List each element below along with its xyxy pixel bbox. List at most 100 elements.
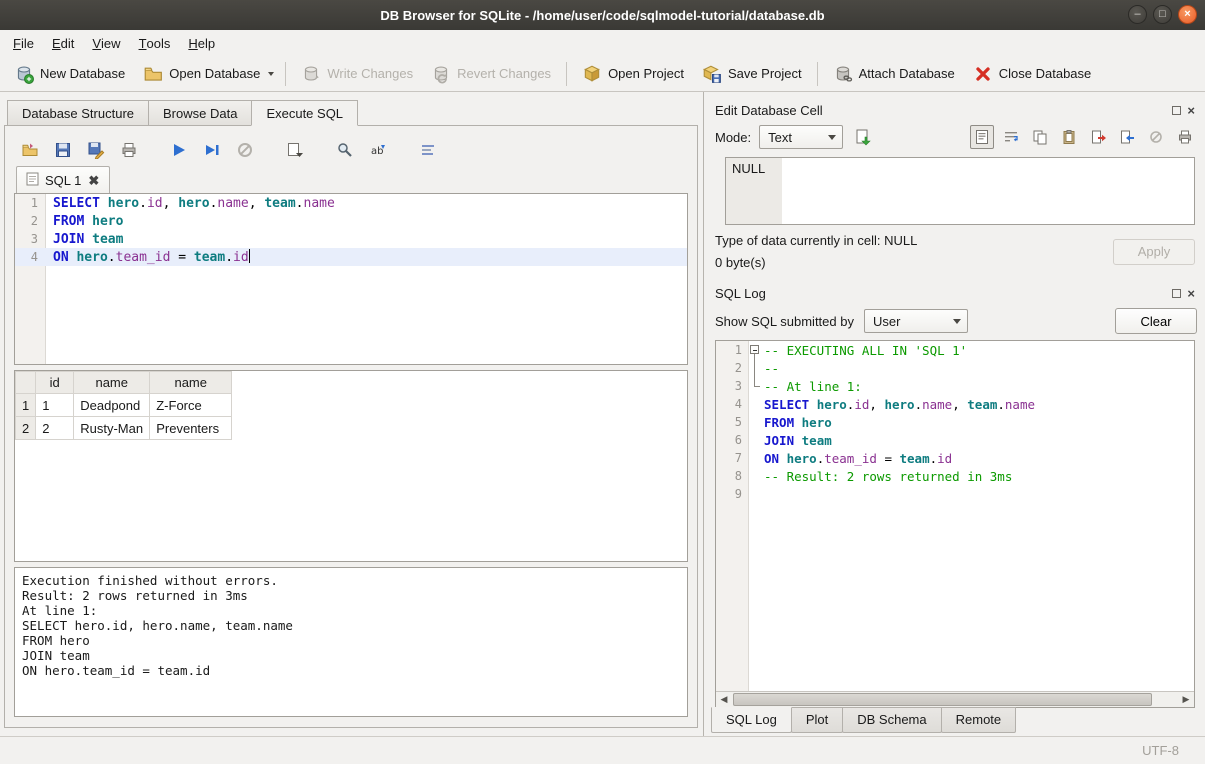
cell-value-editor[interactable]: NULL (725, 157, 1195, 225)
tab-db-schema[interactable]: DB Schema (842, 707, 941, 733)
execute-all-button[interactable] (167, 138, 191, 162)
results-grid[interactable]: idnamename11DeadpondZ-Force22Rusty-ManPr… (14, 370, 688, 562)
encoding-indicator[interactable]: UTF-8 (1142, 743, 1179, 758)
execute-current-line-button[interactable] (200, 138, 224, 162)
export-cell-button[interactable] (1086, 125, 1110, 149)
sql-tab-close-icon[interactable]: ✖ (87, 174, 100, 187)
stop-execution-button (233, 138, 257, 162)
tab-remote[interactable]: Remote (941, 707, 1017, 733)
result-cell[interactable]: Rusty-Man (74, 417, 150, 440)
row-header[interactable]: 1 (16, 394, 36, 417)
tab-database-structure[interactable]: Database Structure (7, 100, 149, 126)
menu-edit[interactable]: Edit (43, 30, 83, 56)
revert-changes-label: Revert Changes (457, 66, 551, 81)
word-wrap-button[interactable] (999, 125, 1023, 149)
tab-execute-sql[interactable]: Execute SQL (251, 100, 358, 126)
save-sql-file-as-button[interactable] (84, 138, 108, 162)
row-header[interactable]: 2 (16, 417, 36, 440)
open-database-button[interactable]: Open Database (135, 60, 268, 88)
edit-cell-title: Edit Database Cell (715, 103, 1172, 118)
horizontal-scrollbar[interactable]: ◀ ▶ (716, 691, 1194, 707)
copy-cell-button[interactable] (1028, 125, 1052, 149)
minimize-button[interactable]: – (1128, 5, 1147, 24)
format-sql-button[interactable] (416, 138, 440, 162)
sql-log-dock-header: SQL Log × (711, 280, 1197, 304)
cell-size-info: 0 byte(s) (715, 255, 1113, 270)
fold-column (748, 413, 762, 431)
scroll-left-icon[interactable]: ◀ (716, 692, 732, 707)
result-cell[interactable]: 2 (36, 417, 74, 440)
sql-editor-line[interactable]: 1SELECT hero.id, hero.name, team.name (15, 194, 687, 212)
close-button[interactable]: × (1178, 5, 1197, 24)
scrollbar-handle[interactable] (733, 693, 1152, 706)
menu-file[interactable]: File (4, 30, 43, 56)
sql-log-line: 6JOIN team (716, 431, 1194, 449)
replace-button[interactable]: ab (366, 138, 390, 162)
menu-view[interactable]: View (83, 30, 129, 56)
import-cell-button[interactable] (1115, 125, 1139, 149)
result-cell[interactable]: Preventers (150, 417, 232, 440)
sql-log-line: 5FROM hero (716, 413, 1194, 431)
maximize-button[interactable]: □ (1153, 5, 1172, 24)
result-cell[interactable]: Z-Force (150, 394, 232, 417)
sql-editor-line[interactable]: 4ON hero.team_id = team.id (15, 248, 687, 266)
menu-help[interactable]: Help (179, 30, 224, 56)
sql-editor[interactable]: 1SELECT hero.id, hero.name, team.name2FR… (14, 193, 688, 365)
tab-sql-log[interactable]: SQL Log (711, 707, 792, 733)
output-line: Result: 2 rows returned in 3ms (22, 588, 680, 603)
app-window: DB Browser for SQLite - /home/user/code/… (0, 0, 1205, 764)
sql-log-line: 8-- Result: 2 rows returned in 3ms (716, 467, 1194, 485)
open-project-button[interactable]: Open Project (574, 60, 692, 88)
titlebar[interactable]: DB Browser for SQLite - /home/user/code/… (0, 0, 1205, 30)
result-cell[interactable]: Deadpond (74, 394, 150, 417)
clear-log-button[interactable]: Clear (1115, 308, 1197, 334)
dock-close-icon[interactable]: × (1187, 104, 1195, 117)
sql-editor-line[interactable]: 3JOIN team (15, 230, 687, 248)
paste-cell-button[interactable] (1057, 125, 1081, 149)
sql-log-view[interactable]: 1-- EXECUTING ALL IN 'SQL 1'2--3-- At li… (716, 341, 1194, 691)
new-sql-tab-button[interactable] (283, 138, 307, 162)
open-sql-file-button[interactable] (18, 138, 42, 162)
sql-log-line: 7ON hero.team_id = team.id (716, 449, 1194, 467)
fold-column (748, 449, 762, 467)
find-button[interactable] (333, 138, 357, 162)
menu-tools[interactable]: Tools (130, 30, 180, 56)
print-cell-button[interactable] (1173, 125, 1197, 149)
dock-float-icon[interactable] (1172, 289, 1181, 298)
cell-type-info: Type of data currently in cell: NULL (715, 233, 1113, 248)
table-row[interactable]: 11DeadpondZ-Force (16, 394, 232, 417)
save-project-icon (702, 64, 722, 84)
output-line: JOIN team (22, 648, 680, 663)
results-column-header[interactable]: name (74, 372, 150, 394)
scrollbar-track[interactable] (732, 692, 1178, 707)
execution-output[interactable]: Execution finished without errors.Result… (14, 567, 688, 717)
write-changes-label: Write Changes (327, 66, 413, 81)
sql-log-filter-select[interactable]: User (864, 309, 968, 333)
tab-plot[interactable]: Plot (791, 707, 843, 733)
sql-log-line: 2-- (716, 359, 1194, 377)
text-mode-button[interactable] (970, 125, 994, 149)
save-project-button[interactable]: Save Project (694, 60, 810, 88)
table-row[interactable]: 22Rusty-ManPreventers (16, 417, 232, 440)
close-database-button[interactable]: Close Database (965, 60, 1100, 88)
dock-close-icon[interactable]: × (1187, 287, 1195, 300)
attach-database-button[interactable]: Attach Database (825, 60, 963, 88)
print-sql-button[interactable] (117, 138, 141, 162)
fold-marker (748, 359, 762, 377)
result-cell[interactable]: 1 (36, 394, 74, 417)
results-column-header[interactable]: name (150, 372, 232, 394)
fold-marker[interactable] (748, 341, 762, 359)
new-database-button[interactable]: New Database (6, 60, 133, 88)
save-sql-file-button[interactable] (51, 138, 75, 162)
import-text-button[interactable] (851, 125, 875, 149)
sql-log-line: 9 (716, 485, 1194, 503)
sql-editor-line[interactable]: 2FROM hero (15, 212, 687, 230)
open-database-dropdown[interactable] (264, 68, 278, 80)
scroll-right-icon[interactable]: ▶ (1178, 692, 1194, 707)
mode-select[interactable]: Text (759, 125, 843, 149)
dock-float-icon[interactable] (1172, 106, 1181, 115)
sql-tab[interactable]: SQL 1 ✖ (16, 166, 110, 193)
results-column-header[interactable]: id (36, 372, 74, 394)
write-changes-icon (301, 64, 321, 84)
tab-browse-data[interactable]: Browse Data (148, 100, 252, 126)
